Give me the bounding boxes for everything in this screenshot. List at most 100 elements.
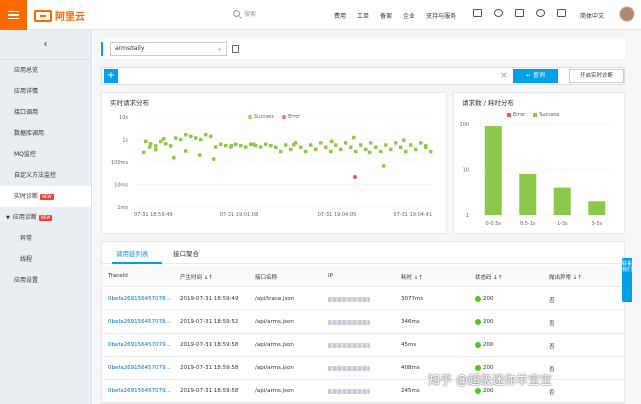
x-tick-label: 0.5-1s bbox=[520, 221, 536, 227]
success-point bbox=[274, 145, 278, 149]
success-point bbox=[259, 145, 263, 149]
cell-exception: 否 bbox=[549, 390, 555, 396]
sidebar: ‹ 应用总览 应用详情 接口调用 数据库调用 MQ监控 自定义方法监控 实时诊断… bbox=[0, 30, 92, 404]
cell-cost: 245ms bbox=[401, 388, 420, 394]
x-tick-label: 07-31 19:04:05 bbox=[318, 212, 357, 218]
y-tick-label: 10 bbox=[463, 168, 469, 174]
chevron-down-icon: ⌄ bbox=[216, 45, 222, 52]
success-point bbox=[402, 138, 406, 142]
y-tick-label: 1s bbox=[122, 138, 128, 144]
col-ip[interactable]: IP bbox=[328, 273, 333, 279]
table-row[interactable]: 0befa269156457078... 2019-07-31 18:59:52 /… bbox=[102, 311, 626, 334]
cell-traceid[interactable]: 0befa269156457078... bbox=[108, 296, 171, 302]
cell-traceid[interactable]: 0befa269156457079... bbox=[108, 342, 171, 348]
success-point bbox=[154, 144, 158, 148]
success-point bbox=[249, 142, 253, 146]
table-row[interactable]: 0befa269156457079... 2019-07-31 18:59:58 /… bbox=[102, 334, 626, 357]
col-api[interactable]: 接口名称 bbox=[255, 273, 277, 281]
sidebar-item-label: 自定义方法监控 bbox=[14, 172, 57, 179]
contact-side-tab[interactable]: 联系我们 bbox=[622, 258, 632, 302]
aliyun-logo-icon bbox=[34, 9, 52, 22]
bar-3-5s bbox=[588, 201, 606, 215]
cell-traceid[interactable]: 0befa269156457079... bbox=[108, 388, 171, 394]
search-box[interactable]: 搜索 bbox=[233, 9, 256, 18]
x-tick-label: 07-31 19:04:41 bbox=[393, 212, 432, 218]
x-tick-label: 1-3s bbox=[557, 221, 568, 227]
nav-support[interactable]: 支持与服务 bbox=[426, 11, 456, 20]
sidebar-item-api-calls[interactable]: 接口调用 bbox=[0, 102, 91, 123]
col-status[interactable]: 状态码 ↓↑ bbox=[475, 273, 502, 281]
start-realtime-button[interactable]: 开启实时诊断 bbox=[569, 69, 624, 83]
sidebar-item-exception[interactable]: 异常 bbox=[0, 228, 91, 249]
cart-icon[interactable] bbox=[515, 9, 524, 17]
success-point bbox=[354, 149, 358, 154]
clear-icon[interactable]: × bbox=[500, 70, 508, 82]
logo[interactable]: 阿里云 bbox=[34, 8, 85, 23]
top-nav: 费用 工单 备案 企业 支持与服务 bbox=[334, 11, 467, 20]
sidebar-item-label: 线程 bbox=[20, 256, 33, 263]
nav-ticket[interactable]: 工单 bbox=[357, 11, 369, 20]
success-point bbox=[330, 139, 334, 144]
col-traceid[interactable]: TraceId bbox=[108, 273, 128, 279]
bell-icon[interactable] bbox=[494, 9, 503, 17]
menu-icon[interactable] bbox=[0, 0, 27, 30]
nav-enterprise[interactable]: 企业 bbox=[403, 11, 415, 20]
sidebar-item-app-settings[interactable]: 应用设置 bbox=[0, 270, 91, 291]
cell-traceid[interactable]: 0befa269156457078... bbox=[108, 319, 171, 325]
new-badge: NEW bbox=[40, 193, 54, 200]
add-filter-button[interactable]: + bbox=[104, 69, 118, 83]
success-point bbox=[239, 143, 243, 148]
cell-exception: 否 bbox=[549, 321, 555, 327]
success-point bbox=[382, 164, 386, 168]
sidebar-item-thread[interactable]: 线程 bbox=[0, 249, 91, 270]
nav-record[interactable]: 备案 bbox=[380, 11, 392, 20]
success-point bbox=[349, 145, 353, 149]
success-point bbox=[414, 147, 418, 152]
sidebar-item-realtime-diagnosis[interactable]: 实时诊断 NEW bbox=[0, 186, 91, 207]
cell-ip-redacted bbox=[328, 366, 370, 371]
cell-api: /api/arms.json bbox=[255, 388, 294, 394]
cell-status: 200 bbox=[475, 319, 494, 325]
success-point bbox=[352, 135, 356, 140]
collapse-sidebar-icon[interactable]: ‹ bbox=[0, 30, 91, 60]
cell-time: 2019-07-31 18:59:58 bbox=[180, 388, 239, 394]
success-point bbox=[399, 145, 403, 149]
cell-time: 2019-07-31 18:59:52 bbox=[180, 319, 239, 325]
tab-trace-list[interactable]: 调用链列表 bbox=[116, 248, 149, 258]
sidebar-item-overview[interactable]: 应用总览 bbox=[0, 60, 91, 81]
cell-ip-redacted bbox=[328, 297, 370, 302]
success-point bbox=[184, 133, 188, 137]
col-time[interactable]: 产生时间 ↓↑ bbox=[180, 273, 213, 281]
copy-icon[interactable] bbox=[232, 45, 239, 53]
cell-cost: 408ms bbox=[401, 365, 420, 371]
cell-ip-redacted bbox=[328, 389, 370, 394]
active-tab-indicator bbox=[112, 262, 162, 264]
language-switch[interactable]: 简体中文 bbox=[580, 11, 604, 20]
table-row[interactable]: 0befa269156457078... 2019-07-31 18:59:49 /… bbox=[102, 288, 626, 311]
help-icon[interactable] bbox=[536, 9, 545, 17]
cell-ip-redacted bbox=[328, 320, 370, 325]
sidebar-item-app-detail[interactable]: 应用详情 bbox=[0, 81, 91, 102]
sidebar-item-db-calls[interactable]: 数据库调用 bbox=[0, 123, 91, 144]
sidebar-item-label: 实时诊断 bbox=[14, 193, 39, 200]
success-point bbox=[269, 143, 273, 148]
cell-traceid[interactable]: 0befa269156457079... bbox=[108, 365, 171, 371]
sidebar-item-app-diagnosis[interactable]: ▼ 应用诊断 NEW bbox=[0, 207, 91, 228]
app-select[interactable]: armsdaily ⌄ bbox=[110, 42, 227, 56]
tab-api-aggregate[interactable]: 接口聚合 bbox=[173, 248, 199, 258]
table-header: TraceId 产生时间 ↓↑ 接口名称 IP 耗时 ↓↑ 状态码 ↓↑ 抛出异… bbox=[102, 266, 626, 287]
query-button[interactable]: ↵ 查询 bbox=[513, 69, 558, 83]
col-cost[interactable]: 耗时 ↓↑ bbox=[401, 273, 423, 281]
error-point bbox=[353, 175, 357, 179]
terminal-icon[interactable] bbox=[473, 9, 482, 17]
success-point bbox=[324, 145, 328, 149]
col-exception[interactable]: 抛出异常 ↓↑ bbox=[549, 273, 582, 281]
sidebar-item-custom-method[interactable]: 自定义方法监控 bbox=[0, 165, 91, 186]
search-icon bbox=[233, 10, 240, 17]
home-icon[interactable] bbox=[557, 9, 566, 17]
sidebar-item-mq[interactable]: MQ监控 bbox=[0, 144, 91, 165]
success-point bbox=[429, 149, 433, 154]
nav-fees[interactable]: 费用 bbox=[334, 11, 346, 20]
avatar[interactable] bbox=[619, 6, 635, 22]
scatter-chart-card: 实时请求分布 Success Error 10s 1s 100ms 10ms 1ms 07… bbox=[101, 92, 447, 234]
